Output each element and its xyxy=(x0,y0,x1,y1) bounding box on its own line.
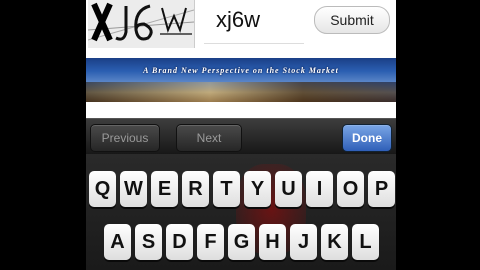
phone-screen: xj6w Submit A Brand New Perspective on t… xyxy=(86,0,396,270)
key-u[interactable]: U xyxy=(275,171,302,207)
captcha-row: xj6w Submit xyxy=(86,0,396,56)
banner-text: A Brand New Perspective on the Stock Mar… xyxy=(143,66,339,75)
key-d[interactable]: D xyxy=(166,224,193,260)
banner-image: A Brand New Perspective on the Stock Mar… xyxy=(86,58,396,102)
key-r[interactable]: R xyxy=(182,171,209,207)
key-t[interactable]: T xyxy=(213,171,240,207)
key-i[interactable]: I xyxy=(306,171,333,207)
captcha-image xyxy=(88,0,195,48)
key-p[interactable]: P xyxy=(368,171,395,207)
key-f[interactable]: F xyxy=(197,224,224,260)
key-h[interactable]: H xyxy=(259,224,286,260)
banner-horizon xyxy=(86,82,396,102)
previous-button[interactable]: Previous xyxy=(90,124,160,152)
key-j[interactable]: J xyxy=(290,224,317,260)
form-toolbar: Previous Next Done xyxy=(86,118,396,155)
key-s[interactable]: S xyxy=(135,224,162,260)
key-y[interactable]: Y xyxy=(244,171,271,207)
key-e[interactable]: E xyxy=(151,171,178,207)
key-k[interactable]: K xyxy=(321,224,348,260)
key-q[interactable]: Q xyxy=(89,171,116,207)
key-o[interactable]: O xyxy=(337,171,364,207)
key-l[interactable]: L xyxy=(352,224,379,260)
submit-button[interactable]: Submit xyxy=(314,6,390,34)
done-button[interactable]: Done xyxy=(342,124,392,152)
captcha-input[interactable]: xj6w xyxy=(204,0,304,44)
keyboard: Q W E R T Y U I O P A S D F G H J K L xyxy=(86,154,396,270)
spacer xyxy=(86,102,396,118)
key-w[interactable]: W xyxy=(120,171,147,207)
key-g[interactable]: G xyxy=(228,224,255,260)
key-a[interactable]: A xyxy=(104,224,131,260)
next-button[interactable]: Next xyxy=(176,124,242,152)
